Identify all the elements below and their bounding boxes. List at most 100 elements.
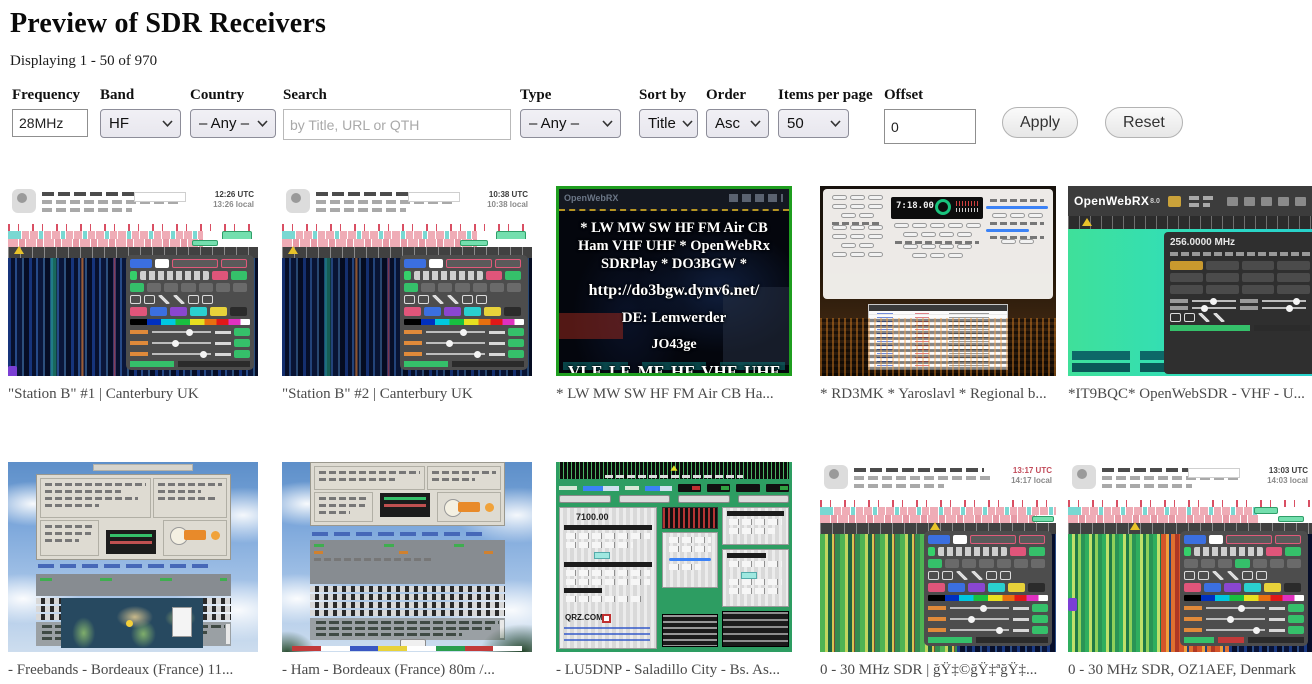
mode-buttons[interactable] (1170, 261, 1310, 294)
frequency-input[interactable] (12, 109, 88, 137)
filter-sort-by: Sort by Title (639, 87, 706, 138)
receiver-control-panel[interactable]: 256.0000 MHz (1164, 232, 1312, 374)
kiwi-dx-labels (1068, 500, 1312, 507)
receiver-thumbnail-lu5dnp[interactable]: 7100.00 QRZ.COM (556, 462, 792, 652)
kiwi-control-panel[interactable] (1180, 531, 1308, 646)
order-select-value: Asc (715, 115, 740, 132)
receiver-thumbnail-rd3mk[interactable]: 7:18.00 (820, 186, 1056, 376)
receiver-card: - Freebands - Bordeaux (France) 11... (8, 462, 258, 679)
listener-dot (126, 620, 133, 627)
kiwi-control-panel[interactable] (126, 255, 254, 370)
bandwidth-panel (722, 549, 789, 607)
band-buttons (828, 195, 886, 261)
apply-button[interactable]: Apply (1002, 107, 1078, 138)
kiwi-band-bar (282, 231, 532, 239)
receiver-card: OpenWebRX 8.0 256.0000 MHz (1068, 186, 1312, 403)
kiwi-callsign-box (134, 192, 186, 202)
browser-toolbar (93, 464, 193, 471)
sun-icon (211, 531, 220, 540)
kiwisdr-logo (12, 189, 36, 213)
waterfall-strip (36, 574, 231, 596)
scrollbar[interactable] (226, 624, 230, 644)
kiwisdr-header: 13:03 UTC 14:03 local (1068, 462, 1312, 500)
waterfall-display[interactable] (1068, 534, 1312, 652)
reset-button[interactable]: Reset (1105, 107, 1183, 138)
chevron-down-icon (830, 120, 841, 127)
filter-frequency: Frequency (12, 87, 100, 137)
s-meter-ring (935, 199, 951, 215)
waterfall-strip (310, 540, 505, 584)
receiver-caption[interactable]: * LW MW SW HF FM Air CB Ha... (556, 386, 792, 403)
waterfall-display[interactable] (282, 258, 532, 376)
band-label: Band (100, 87, 190, 107)
kiwi-control-panel[interactable] (924, 531, 1052, 646)
kiwi-dx-labels (820, 500, 1056, 507)
receiver-caption[interactable]: 0 - 30 MHz SDR | ğŸ‡©ğŸ‡ªğŸ‡... (820, 662, 1056, 679)
websdr-control-panel (310, 462, 505, 526)
waterfall-display[interactable] (8, 258, 258, 376)
receiver-thumbnail-kiwisdr[interactable]: 13:17 UTC 14:17 local (820, 462, 1056, 652)
frequency-display: 256.0000 MHz (1170, 237, 1310, 248)
sort-by-label: Sort by (639, 87, 706, 107)
receiver-thumbnail-kiwisdr[interactable]: 12:26 UTC 13:26 local (8, 186, 258, 376)
volume-sliders[interactable] (559, 483, 789, 493)
receiver-thumbnail-do3bgw[interactable]: OpenWebRX * LW MW SW HF FM Air CB Ham VH… (556, 186, 792, 376)
chevron-down-icon (257, 120, 268, 127)
audio-settings (986, 195, 1048, 248)
vista-panel (722, 507, 789, 545)
tune-marker-icon (1082, 218, 1092, 226)
receiver-caption[interactable]: 0 - 30 MHz SDR, OZ1AEF, Denmark (1068, 662, 1312, 679)
receiver-thumbnail-kiwisdr[interactable]: 10:38 UTC 10:38 local (282, 186, 532, 376)
frequency-display: 7:18.00 (891, 197, 983, 219)
kiwi-band-bar (1068, 507, 1312, 515)
preset-selects[interactable] (559, 495, 789, 504)
receiver-caption[interactable]: * RD3MK * Yaroslavl * Regional b... (820, 386, 1056, 403)
frequency-panel: 7100.00 QRZ.COM (559, 507, 657, 649)
tuning-buttons (891, 223, 983, 262)
items-per-page-label: Items per page (778, 87, 884, 107)
receiver-thumbnail-websdr-sky[interactable] (8, 462, 258, 652)
waterfall-display[interactable] (820, 534, 1056, 652)
receiver-caption[interactable]: *IT9BQC* OpenWebSDR - VHF - U... (1068, 386, 1312, 403)
kiwi-callsign-box (408, 192, 460, 202)
kiwi-control-panel[interactable] (400, 255, 528, 370)
country-label: Country (190, 87, 283, 107)
sort-by-select[interactable]: Title (639, 109, 698, 138)
signal-meter (106, 530, 156, 554)
band-select-value: HF (109, 115, 129, 132)
chevron-down-icon (602, 120, 613, 127)
search-label: Search (283, 87, 520, 107)
receiver-caption[interactable]: - LU5DNP - Saladillo City - Bs. As... (556, 662, 792, 679)
receiver-caption[interactable]: "Station B" #2 | Canterbury UK (282, 386, 532, 403)
label-tag (8, 366, 17, 376)
band-select[interactable]: HF (100, 109, 181, 138)
kiwisdr-header: 12:26 UTC 13:26 local (8, 186, 258, 224)
receiver-thumbnail-websdr-sky[interactable] (282, 462, 532, 652)
receiver-caption[interactable]: "Station B" #1 | Canterbury UK (8, 386, 258, 403)
chevron-down-icon (750, 120, 761, 127)
sun-icon (485, 503, 494, 512)
kiwi-band-bar2 (1068, 515, 1312, 523)
dx-spots-table (868, 304, 1008, 370)
header-menu-icons[interactable] (1227, 197, 1306, 206)
station-photo-icon (1168, 196, 1181, 207)
order-select[interactable]: Asc (706, 109, 769, 138)
country-select[interactable]: – Any – (190, 109, 276, 138)
search-input[interactable] (283, 109, 511, 140)
filter-bar: Frequency Band HF Country – Any – Search… (12, 87, 1312, 144)
receiver-caption[interactable]: - Ham - Bordeaux (France) 80m /... (282, 662, 532, 679)
page-title: Preview of SDR Receivers (10, 8, 1312, 40)
receiver-thumbnail-openwebrx[interactable]: OpenWebRX 8.0 256.0000 MHz (1068, 186, 1312, 376)
type-select[interactable]: – Any – (520, 109, 621, 138)
receiver-thumbnail-kiwisdr[interactable]: 13:03 UTC 14:03 local (1068, 462, 1312, 652)
filter-country: Country – Any – (190, 87, 283, 138)
kiwi-clock: 13:17 UTC 14:17 local (1011, 466, 1052, 486)
items-per-page-select[interactable]: 50 (778, 109, 849, 138)
chevron-down-icon (162, 120, 173, 127)
offset-input[interactable] (884, 109, 976, 144)
kiwi-band-bar2 (282, 239, 532, 247)
world-map (61, 598, 204, 648)
kiwi-band-bar (820, 507, 1056, 515)
receiver-caption[interactable]: - Freebands - Bordeaux (France) 11... (8, 662, 258, 679)
sdr-preview-page: Preview of SDR Receivers Displaying 1 - … (0, 0, 1312, 684)
